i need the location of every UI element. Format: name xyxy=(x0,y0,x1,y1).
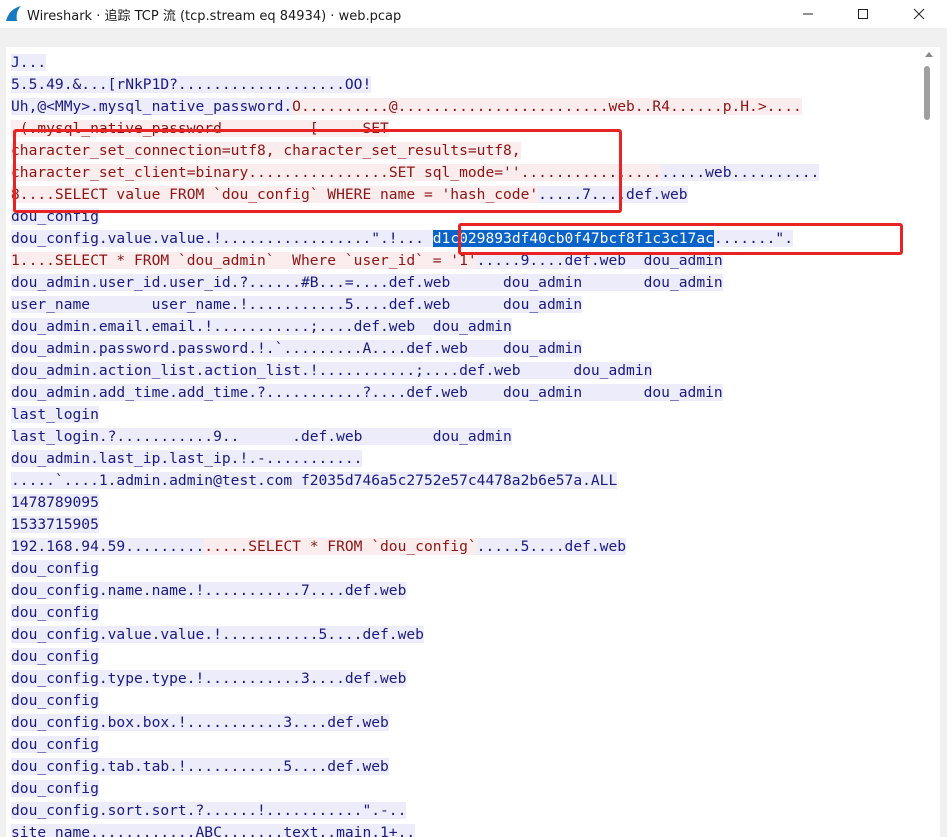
stream-line[interactable]: dou_config xyxy=(11,778,819,800)
server-segment[interactable]: 5.5.49.&...[rNkP1D?...................OO… xyxy=(11,76,372,93)
stream-line[interactable]: dou_admin.user_id.user_id.?......#B...=.… xyxy=(11,272,819,294)
server-segment[interactable]: J... xyxy=(11,54,47,71)
vertical-scrollbar[interactable] xyxy=(918,47,940,837)
server-segment[interactable]: dou_admin.add_time.add_time.?...........… xyxy=(11,384,723,401)
stream-line[interactable]: dou_config xyxy=(11,734,819,756)
server-segment[interactable]: dou_config.value.value.!................… xyxy=(11,230,433,247)
stream-line[interactable]: dou_config.box.box.!...........3....def.… xyxy=(11,712,819,734)
server-segment[interactable]: user_name user_name.!...........5....def… xyxy=(11,296,583,313)
server-segment[interactable]: 1478789095 xyxy=(11,494,99,511)
server-segment[interactable]: last_login.?...........9.. .def.web dou_… xyxy=(11,428,512,445)
stream-line[interactable]: dou_config.type.type.!...........3....de… xyxy=(11,668,819,690)
server-segment[interactable]: dou_config xyxy=(11,736,99,753)
window-title: Wireshark · 追踪 TCP 流 (tcp.stream eq 8493… xyxy=(27,9,402,24)
server-segment[interactable]: dou_admin.password.password.!.`.........… xyxy=(11,340,583,357)
stream-line[interactable]: dou_admin.email.email.!...........;....d… xyxy=(11,316,819,338)
stream-line[interactable]: dou_config xyxy=(11,602,819,624)
minimize-button[interactable] xyxy=(785,0,831,28)
stream-line[interactable]: dou_config.tab.tab.!...........5....def.… xyxy=(11,756,819,778)
stream-line[interactable]: dou_config xyxy=(11,558,819,580)
stream-line[interactable]: dou_admin.add_time.add_time.?...........… xyxy=(11,382,819,404)
stream-line[interactable]: dou_config xyxy=(11,690,819,712)
close-button[interactable] xyxy=(896,0,942,28)
server-segment[interactable]: dou_config xyxy=(11,604,99,621)
server-segment[interactable]: .....`....1.admin.admin@test.com f2035d7… xyxy=(11,472,618,489)
title-bar: Wireshark · 追踪 TCP 流 (tcp.stream eq 8493… xyxy=(0,0,947,28)
scroll-up-arrow-icon[interactable] xyxy=(925,52,933,57)
wireshark-fin-icon xyxy=(6,6,21,21)
stream-line[interactable]: dou_admin.last_ip.last_ip.!.-........... xyxy=(11,448,819,470)
stream-line[interactable]: user_name user_name.!...........5....def… xyxy=(11,294,819,316)
server-segment[interactable]: dou_config xyxy=(11,560,99,577)
scrollbar-thumb[interactable] xyxy=(924,66,930,120)
stream-line[interactable]: dou_admin.action_list.action_list.!.....… xyxy=(11,360,819,382)
stream-line[interactable]: 192.168.94.59..............SELECT * FROM… xyxy=(11,536,819,558)
stream-line[interactable]: 5.5.49.&...[rNkP1D?...................OO… xyxy=(11,74,819,96)
server-segment[interactable]: Uh,@<MMy>.mysql_native_password. xyxy=(11,98,293,115)
stream-line[interactable]: dou_config xyxy=(11,646,819,668)
server-segment[interactable]: .....web.......... xyxy=(661,164,820,181)
server-segment[interactable]: dou_admin.email.email.!...........;....d… xyxy=(11,318,512,335)
maximize-button[interactable] xyxy=(840,0,886,28)
server-segment[interactable]: dou_config.name.name.!...........7....de… xyxy=(11,582,407,599)
server-segment[interactable]: 1533715905 xyxy=(11,516,99,533)
server-segment[interactable]: dou_config.box.box.!...........3....def.… xyxy=(11,714,389,731)
stream-line[interactable]: dou_config.value.value.!...........5....… xyxy=(11,624,819,646)
stream-line[interactable]: .....`....1.admin.admin@test.com f2035d7… xyxy=(11,470,819,492)
stream-line[interactable]: last_login xyxy=(11,404,819,426)
server-segment[interactable]: dou_config xyxy=(11,648,99,665)
server-segment[interactable]: dou_config xyxy=(11,780,99,797)
client-segment[interactable]: .....SELECT * FROM `dou_config` xyxy=(204,538,477,555)
client-segment[interactable]: 1....SELECT * FROM `dou_admin` Where `us… xyxy=(11,252,477,269)
server-segment[interactable]: dou_config.type.type.!...........3....de… xyxy=(11,670,407,687)
stream-line[interactable]: 1533715905 xyxy=(11,514,819,536)
server-segment[interactable]: 192.168.94.59......... xyxy=(11,538,205,555)
server-segment[interactable]: .....5....def.web xyxy=(476,538,627,555)
server-segment[interactable]: dou_config.value.value.!...........5....… xyxy=(11,626,424,643)
maximize-icon xyxy=(858,9,868,19)
client-segment[interactable]: O..........@........................web.… xyxy=(292,98,802,115)
server-segment[interactable]: last_login xyxy=(11,406,99,423)
server-segment[interactable]: dou_config xyxy=(11,692,99,709)
stream-line[interactable]: dou_admin.password.password.!.`.........… xyxy=(11,338,819,360)
annotation-box-hash-value xyxy=(458,223,903,255)
stream-line[interactable]: dou_config.sort.sort.?......!...........… xyxy=(11,800,819,822)
stream-line[interactable]: dou_config.name.name.!...........7....de… xyxy=(11,580,819,602)
server-segment[interactable]: dou_admin.last_ip.last_ip.!.-........... xyxy=(11,450,363,467)
close-icon xyxy=(913,8,925,20)
server-segment[interactable]: dou_config.sort.sort.?......!...........… xyxy=(11,802,407,819)
server-segment[interactable]: dou_admin.action_list.action_list.!.....… xyxy=(11,362,653,379)
stream-line[interactable]: J... xyxy=(11,52,819,74)
stream-line[interactable]: 1478789095 xyxy=(11,492,819,514)
minimize-icon xyxy=(803,13,813,15)
stream-line[interactable]: last_login.?...........9.. .def.web dou_… xyxy=(11,426,819,448)
stream-line[interactable]: site_name............ABC.......text..mai… xyxy=(11,822,819,837)
server-segment[interactable]: site_name............ABC.......text..mai… xyxy=(11,824,416,837)
server-segment[interactable]: dou_admin.user_id.user_id.?......#B...=.… xyxy=(11,274,723,291)
annotation-box-sql-query xyxy=(13,129,622,213)
stream-line[interactable]: Uh,@<MMy>.mysql_native_password.O.......… xyxy=(11,96,819,118)
server-segment[interactable]: dou_config.tab.tab.!...........5....def.… xyxy=(11,758,389,775)
